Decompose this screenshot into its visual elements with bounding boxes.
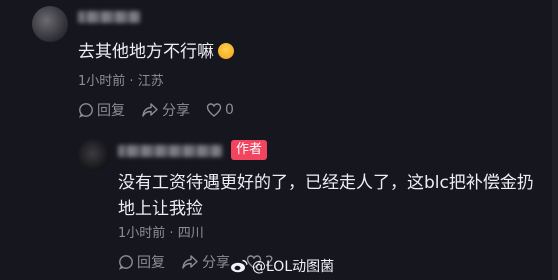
reply-author-avatar[interactable] (78, 139, 110, 171)
heart-icon (206, 103, 222, 117)
comment-share-label: 分享 (162, 103, 190, 119)
comment-like-count: 0 (225, 102, 234, 118)
comment-time: 1小时前 (78, 74, 126, 89)
comment-like-button[interactable]: 0 (206, 102, 234, 118)
reply-share-label: 分享 (202, 255, 230, 271)
reply-reply-label: 回复 (137, 255, 165, 271)
comment-bubble-icon (78, 103, 93, 118)
reply-location: 四川 (177, 226, 204, 241)
reply-author-name-blurred[interactable] (118, 145, 222, 157)
reply-time: 1小时前 (118, 226, 166, 241)
comment-actions: 回复 分享 0 (78, 100, 250, 120)
commenter-name-blurred[interactable] (78, 11, 140, 23)
commenter-avatar[interactable] (32, 6, 68, 42)
comment-share-button[interactable]: 分享 (141, 100, 190, 120)
comment-bubble-icon (118, 255, 133, 270)
reply-share-button[interactable]: 分享 (181, 252, 230, 272)
reply-meta: 1小时前 · 四川 (118, 226, 204, 241)
share-arrow-icon (182, 255, 198, 269)
share-arrow-icon (142, 103, 158, 117)
scrollbar[interactable] (552, 0, 558, 280)
comment-text: 去其他地方不行嘛 (78, 40, 234, 64)
comment-reply-label: 回复 (97, 103, 125, 119)
weibo-logo-icon (231, 259, 248, 273)
weibo-watermark: @LOL动图菌 (230, 256, 334, 276)
comment-meta: 1小时前 · 江苏 (78, 74, 164, 89)
author-badge: 作者 (231, 140, 268, 160)
comment-reply-button[interactable]: 回复 (78, 100, 125, 120)
laughing-crying-emoji-icon (218, 43, 234, 59)
reply-text-line1: 没有工资待遇更好的了，已经走人了，这blc把补偿金扔 (118, 173, 534, 193)
watermark-text: @LOL动图菌 (252, 259, 335, 275)
comment-location: 江苏 (137, 74, 164, 89)
reply-reply-button[interactable]: 回复 (118, 252, 165, 272)
comment-text-content: 去其他地方不行嘛 (78, 42, 214, 62)
reply-text-line2: 地上让我捡 (118, 199, 203, 219)
